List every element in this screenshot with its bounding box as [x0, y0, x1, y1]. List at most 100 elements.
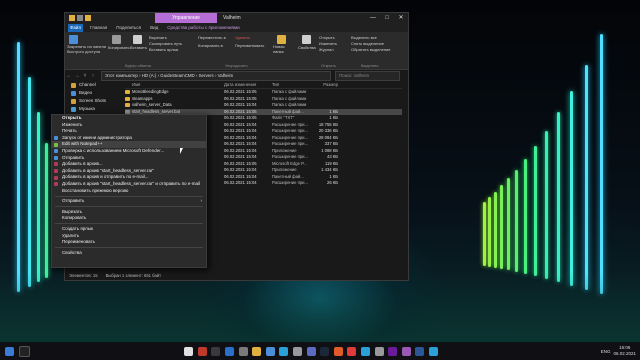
breadcrumb-item[interactable]: Этот компьютер: [105, 73, 138, 78]
invert-selection-button[interactable]: Обратить выделение: [351, 47, 391, 52]
pin-button[interactable]: Закрепить на панели быстрого доступа: [67, 44, 107, 54]
context-menu-item[interactable]: Удалить: [52, 233, 206, 240]
context-menu-item[interactable]: Добавить в архив "start_headless_server.…: [52, 168, 206, 175]
column-type[interactable]: Тип: [272, 81, 314, 88]
copy-button[interactable]: Копировать: [108, 45, 130, 50]
item-count: Элементов: 15: [69, 273, 98, 278]
clock[interactable]: 15:06 06.02.2021: [613, 345, 636, 357]
taskbar-app-icon[interactable]: [388, 346, 398, 356]
copy-path-button[interactable]: Скопировать путь: [149, 41, 182, 46]
properties-quick-icon[interactable]: [77, 15, 83, 21]
copy-to-button[interactable]: Копировать в: [198, 43, 223, 48]
taskbar-app-icon[interactable]: [374, 346, 384, 356]
close-button[interactable]: ✕: [394, 13, 408, 23]
context-menu-item[interactable]: Добавить в архив и отправить по e-mail..…: [52, 174, 206, 181]
minimize-button[interactable]: —: [366, 13, 380, 23]
open-button[interactable]: Открыть: [319, 35, 335, 40]
recent-chevron-icon[interactable]: ˅: [81, 73, 89, 79]
start-button-icon[interactable]: [5, 346, 14, 356]
up-arrow-icon[interactable]: ↑: [89, 73, 97, 79]
column-date[interactable]: Дата изменения: [224, 81, 272, 88]
nav-item-label: Музыка: [79, 106, 95, 111]
cut-button[interactable]: Вырезать: [149, 35, 167, 40]
context-menu-item[interactable]: Открыть: [52, 115, 206, 122]
select-none-button[interactable]: Снять выделение: [351, 41, 384, 46]
context-menu-item[interactable]: Восстановить прежнюю версию: [52, 188, 206, 195]
address-path[interactable]: Этот компьютер › HD (A:) › GuideSteamCMD…: [101, 70, 331, 81]
ribbon-tab[interactable]: Вид: [148, 24, 160, 32]
taskbar-app-icon[interactable]: [279, 346, 289, 356]
taskbar-app-icon[interactable]: [401, 346, 411, 356]
context-menu-item[interactable]: Печать: [52, 128, 206, 135]
paste-icon[interactable]: [133, 35, 142, 44]
taskbar-app-icon[interactable]: [211, 346, 221, 356]
properties-button[interactable]: Свойства: [298, 45, 316, 50]
context-menu-item[interactable]: Edit with Notepad++: [52, 141, 206, 148]
paste-button[interactable]: Вставить: [130, 45, 147, 50]
context-menu-item[interactable]: Создать ярлык: [52, 226, 206, 233]
new-folder-icon[interactable]: [277, 35, 286, 44]
context-menu-item[interactable]: Отправить: [52, 155, 206, 162]
taskbar-app-icon[interactable]: [306, 346, 316, 356]
taskbar-app-icon[interactable]: [197, 346, 207, 356]
nav-item[interactable]: Видео: [65, 89, 121, 97]
paste-shortcut-button[interactable]: Вставить ярлык: [149, 47, 178, 52]
nav-item[interactable]: Музыка: [65, 105, 121, 113]
breadcrumb-item[interactable]: GuideSteamCMD: [160, 73, 194, 78]
taskbar-app-icon[interactable]: [320, 346, 330, 356]
history-button[interactable]: Журнал: [319, 47, 334, 52]
ribbon-tab[interactable]: Поделиться: [114, 24, 143, 32]
language-indicator[interactable]: ENG: [601, 349, 611, 354]
properties-icon[interactable]: [302, 35, 311, 44]
taskbar-app-icon[interactable]: [360, 346, 370, 356]
search-icon[interactable]: [18, 345, 30, 357]
new-folder-quick-icon[interactable]: [85, 15, 91, 21]
column-size[interactable]: Размер: [314, 81, 338, 88]
taskbar-app-icon[interactable]: [292, 346, 302, 356]
context-menu-label: Изменить: [62, 121, 83, 127]
ribbon-tab[interactable]: Главная: [88, 24, 109, 32]
copy-icon[interactable]: [112, 35, 121, 44]
ribbon-tab[interactable]: Средства работы с приложениями: [165, 24, 241, 32]
nav-item[interactable]: Screen Shots: [65, 97, 121, 105]
nav-item[interactable]: Channel: [65, 81, 121, 89]
search-input[interactable]: Поиск: Valheim: [335, 70, 400, 81]
forward-arrow-icon[interactable]: →: [73, 73, 81, 79]
column-name[interactable]: Имя: [125, 81, 224, 88]
address-bar-row: ← → ˅ ↑ Этот компьютер › HD (A:) › Guide…: [65, 70, 408, 81]
context-menu-item[interactable]: Свойства: [52, 250, 206, 257]
taskbar-app-icon[interactable]: [415, 346, 425, 356]
move-to-button[interactable]: Переместить в: [198, 35, 226, 40]
context-menu-item[interactable]: Копировать: [52, 215, 206, 222]
file-icon: [125, 103, 130, 107]
taskbar-app-icon[interactable]: [238, 346, 248, 356]
neon-bar: [28, 77, 31, 287]
ribbon-tab[interactable]: Файл: [68, 23, 84, 32]
delete-button[interactable]: Удалить: [235, 35, 250, 40]
taskbar-app-icon[interactable]: [347, 346, 357, 356]
title-bar[interactable]: Управление Valheim — □ ✕: [65, 13, 408, 23]
context-menu-item[interactable]: Отправить ›: [52, 198, 206, 205]
rename-button[interactable]: Переименовать: [235, 43, 264, 48]
edit-button[interactable]: Изменить: [319, 41, 337, 46]
breadcrumb-item[interactable]: HD (A:): [142, 73, 157, 78]
breadcrumb-item[interactable]: Servers: [199, 73, 214, 78]
taskbar-app-icon[interactable]: [265, 346, 275, 356]
breadcrumb-item[interactable]: Valheim: [218, 73, 234, 78]
taskbar-app-icon[interactable]: [428, 346, 438, 356]
context-menu-item[interactable]: Добавить в архив...: [52, 161, 206, 168]
select-all-button[interactable]: Выделить все: [351, 35, 377, 40]
taskbar-app-icon[interactable]: [252, 346, 262, 356]
context-menu-item[interactable]: Вырезать: [52, 209, 206, 216]
pin-icon[interactable]: [69, 35, 78, 44]
context-menu-item[interactable]: Изменить: [52, 122, 206, 129]
maximize-button[interactable]: □: [380, 13, 394, 23]
back-arrow-icon[interactable]: ←: [65, 73, 73, 79]
taskbar-app-icon[interactable]: [184, 346, 194, 356]
taskbar-app-icon[interactable]: [224, 346, 234, 356]
context-menu-item[interactable]: Добавить в архив "start_headless_server.…: [52, 181, 206, 188]
taskbar-app-icon[interactable]: [333, 346, 343, 356]
context-menu-item[interactable]: Переименовать: [52, 239, 206, 246]
new-folder-button[interactable]: Новая папка: [273, 44, 291, 54]
context-menu-item[interactable]: Запуск от имени администратора: [52, 135, 206, 142]
